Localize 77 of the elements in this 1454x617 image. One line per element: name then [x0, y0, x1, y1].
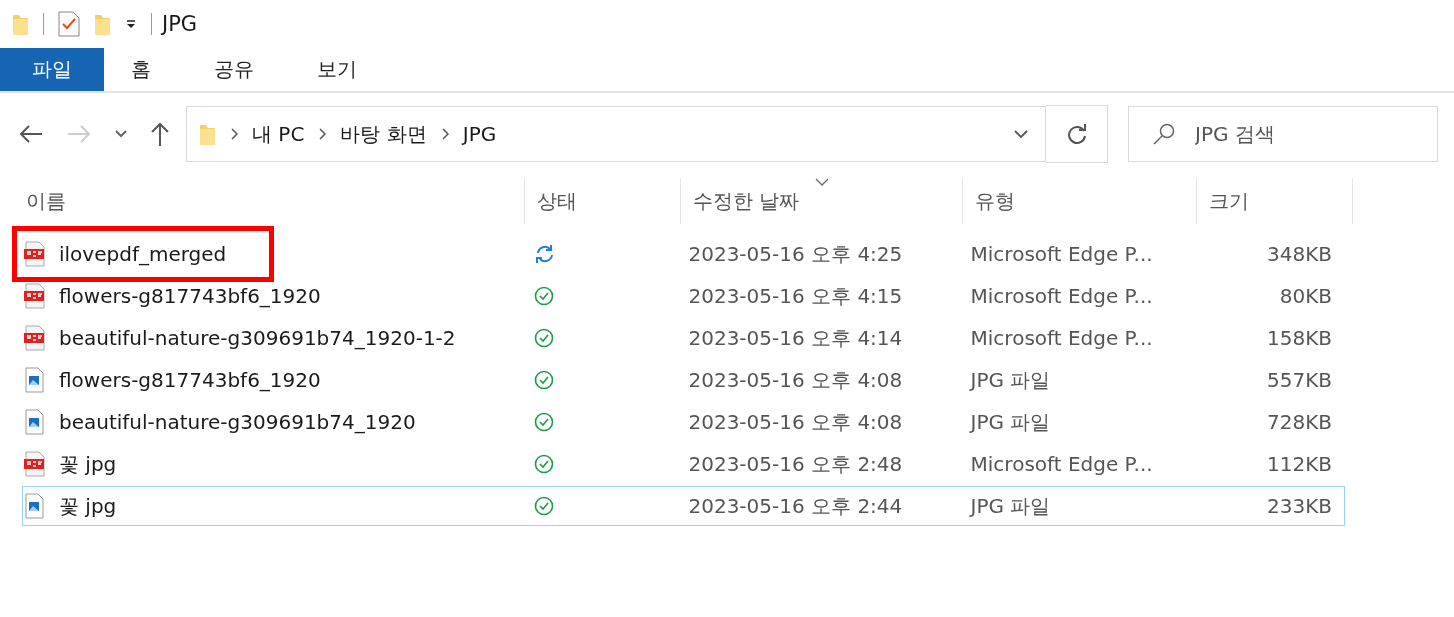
check-circle-icon — [534, 454, 555, 474]
refresh-button[interactable] — [1046, 105, 1108, 163]
breadcrumb-item[interactable]: JPG — [462, 122, 497, 146]
file-row[interactable]: beautiful-nature-g309691b74_1920-1-2 2023-05-16 오후 4:14 Microsoft Edge P... 158KB — [22, 318, 1345, 358]
breadcrumb-item[interactable]: 내 PC — [252, 120, 305, 148]
file-type: Microsoft Edge P... — [970, 326, 1153, 350]
ribbon-tab[interactable]: 공유 — [187, 48, 290, 91]
chevron-down-icon[interactable] — [114, 129, 128, 139]
check-circle-icon — [534, 412, 555, 432]
modified-date: 2023-05-16 오후 4:08 — [688, 408, 903, 436]
ribbon-tab[interactable]: 홈 — [104, 48, 187, 91]
file-type: Microsoft Edge P... — [970, 242, 1153, 266]
file-row[interactable]: 꽃 jpg 2023-05-16 오후 2:48 Microsoft Edge P... 112KB — [22, 444, 1345, 484]
check-circle-icon — [534, 370, 555, 390]
modified-date: 2023-05-16 오후 4:14 — [688, 324, 903, 352]
pdf-file-icon — [24, 451, 45, 477]
file-row[interactable]: flowers-g817743bf6_1920 2023-05-16 오후 4:15 Microsoft Edge P... 80KB — [22, 276, 1345, 316]
image-file-icon — [24, 493, 45, 519]
modified-date: 2023-05-16 오후 4:08 — [688, 366, 903, 394]
dropdown-icon[interactable] — [125, 18, 137, 30]
column-header[interactable]: 수정한 날짜 — [681, 178, 963, 224]
file-name[interactable]: 꽃 jpg — [59, 450, 117, 478]
file-name[interactable]: flowers-g817743bf6_1920 — [59, 284, 321, 308]
ribbon-tab[interactable]: 보기 — [290, 48, 393, 91]
file-row[interactable]: 꽃 jpg 2023-05-16 오후 2:44 JPG 파일 233KB — [22, 486, 1345, 526]
file-name[interactable]: flowers-g817743bf6_1920 — [59, 368, 321, 392]
check-circle-icon — [534, 286, 555, 306]
search-icon — [1152, 122, 1176, 146]
checklist-icon[interactable] — [58, 11, 80, 37]
refresh-icon — [1065, 123, 1088, 145]
file-name[interactable]: beautiful-nature-g309691b74_1920 — [59, 410, 416, 434]
chevron-right-icon — [230, 128, 238, 140]
check-circle-icon — [534, 328, 555, 348]
column-header[interactable]: 이름 — [22, 178, 525, 224]
column-header[interactable]: 유형 — [963, 178, 1197, 224]
file-size: 158KB — [1267, 326, 1332, 350]
modified-date: 2023-05-16 오후 4:25 — [688, 240, 903, 268]
file-row[interactable]: beautiful-nature-g309691b74_1920 2023-05-16 오후 4:08 JPG 파일 728KB — [22, 402, 1345, 442]
column-header[interactable]: 크기 — [1197, 178, 1353, 224]
modified-date: 2023-05-16 오후 4:15 — [688, 282, 903, 310]
chevron-right-icon — [318, 128, 327, 140]
file-name[interactable]: ilovepdf_merged — [59, 242, 227, 266]
pdf-file-icon — [24, 283, 45, 309]
column-header[interactable]: 상태 — [525, 178, 681, 224]
folder-icon — [12, 12, 29, 36]
back-arrow-icon[interactable] — [18, 124, 44, 144]
file-name[interactable]: 꽃 jpg — [59, 492, 117, 520]
check-circle-icon — [534, 496, 555, 516]
address-bar[interactable]: 내 PC 바탕 화면 JPG — [186, 106, 1046, 162]
file-size: 80KB — [1279, 284, 1332, 308]
file-type: JPG 파일 — [970, 366, 1051, 394]
file-size: 557KB — [1267, 368, 1332, 392]
window-title: JPG — [162, 12, 198, 36]
file-size: 728KB — [1267, 410, 1332, 434]
pdf-file-icon — [24, 241, 45, 267]
file-row[interactable]: flowers-g817743bf6_1920 2023-05-16 오후 4:08 JPG 파일 557KB — [22, 360, 1345, 400]
file-type: Microsoft Edge P... — [970, 284, 1153, 308]
sync-icon — [534, 244, 555, 264]
breadcrumb-item[interactable]: 바탕 화면 — [340, 120, 427, 148]
pdf-file-icon — [24, 325, 45, 351]
image-file-icon — [24, 367, 45, 393]
up-arrow-icon[interactable] — [150, 121, 170, 147]
file-size: 112KB — [1267, 452, 1332, 476]
file-type: JPG 파일 — [970, 408, 1051, 436]
folder-icon — [199, 122, 216, 146]
image-file-icon — [24, 409, 45, 435]
file-size: 348KB — [1267, 242, 1332, 266]
ribbon-tab[interactable]: 파일 — [0, 48, 104, 91]
modified-date: 2023-05-16 오후 2:44 — [688, 492, 903, 520]
file-type: JPG 파일 — [970, 492, 1051, 520]
file-size: 233KB — [1267, 494, 1332, 518]
chevron-down-icon[interactable] — [1013, 129, 1029, 139]
file-row[interactable]: ilovepdf_merged 2023-05-16 오후 4:25 Microsoft Edge P... 348KB — [22, 234, 1345, 274]
chevron-right-icon — [440, 128, 449, 140]
modified-date: 2023-05-16 오후 2:48 — [688, 450, 903, 478]
file-type: Microsoft Edge P... — [970, 452, 1153, 476]
file-name[interactable]: beautiful-nature-g309691b74_1920-1-2 — [59, 326, 456, 350]
